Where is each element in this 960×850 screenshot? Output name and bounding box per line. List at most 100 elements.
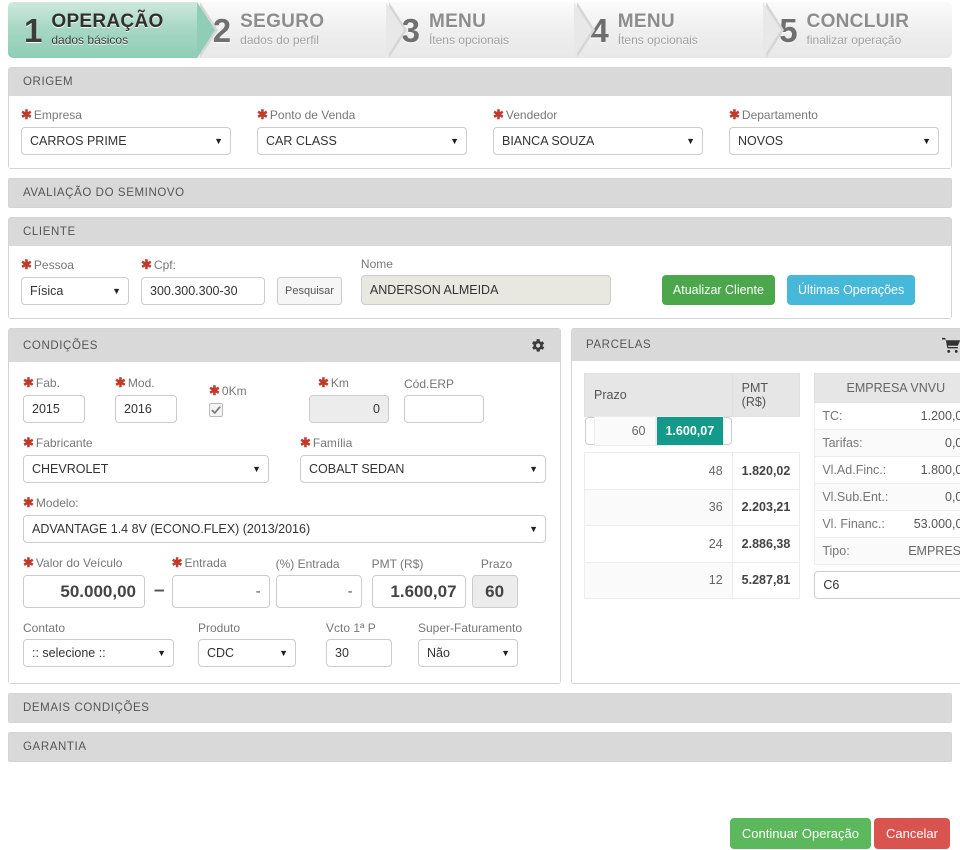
vendedor-select[interactable]: BIANCA SOUZA ▼	[493, 127, 703, 155]
summary-value: 1.800,00	[920, 463, 960, 477]
chevron-down-icon: ▼	[157, 648, 166, 658]
modelo-select[interactable]: ADVANTAGE 1.4 8V (ECONO.FLEX) (2013/2016…	[23, 515, 546, 543]
table-row[interactable]: 12 5.287,81	[584, 561, 801, 600]
summary-row-vl-sub-ent: Vl.Sub.Ent.: 0,00	[814, 484, 960, 511]
familia-label: ✱ Família	[300, 435, 353, 450]
vcto-label: Vcto 1ª P	[326, 621, 376, 635]
departamento-select[interactable]: NOVOS ▼	[729, 127, 939, 155]
wizard-step-1-arrow	[196, 2, 215, 58]
summary-row-tc: TC: 1.200,00	[814, 403, 960, 430]
mod-label: ✱ Mod.	[115, 375, 155, 390]
wizard-step-5[interactable]: 5 CONCLUIR finalizar operação	[763, 2, 952, 58]
cell-prazo: 60	[593, 416, 656, 446]
table-row[interactable]: 36 2.203,21	[584, 488, 801, 527]
cancelar-button[interactable]: Cancelar	[873, 818, 950, 849]
summary-row-tarifas: Tarifas: 0,00	[814, 430, 960, 457]
pct-entrada-label: (%) Entrada	[275, 557, 340, 571]
pesquisar-button[interactable]: Pesquisar	[277, 277, 342, 305]
condicoes-panel-header[interactable]: CONDIÇÕES	[9, 329, 560, 362]
table-row[interactable]: 60 1.600,07	[584, 416, 733, 446]
wizard-step-4[interactable]: 4 MENU Ítens opcionais	[574, 2, 785, 58]
ponto-de-venda-label: ✱ Ponto de Venda	[257, 107, 356, 122]
valor-veiculo-input[interactable]: 50.000,00	[23, 575, 145, 608]
vcto-value: 30	[335, 646, 349, 660]
wizard-step-2-arrow	[385, 2, 404, 58]
field-pmt: PMT (R$) 1.600,07	[371, 557, 472, 608]
ponto-de-venda-select[interactable]: CAR CLASS ▼	[257, 127, 467, 155]
zerokm-checkbox[interactable]	[209, 403, 223, 417]
summary-value: EMPRESA	[908, 544, 960, 558]
parcelas-panel-header[interactable]: PARCELAS 0	[572, 329, 960, 361]
contato-select[interactable]: :: selecione :: ▼	[23, 639, 174, 667]
super-faturamento-label: Super-Faturamento	[418, 621, 523, 635]
fab-value: 2015	[32, 402, 60, 416]
condicoes-parcelas-row: CONDIÇÕES ✱ Fab. 2015 ✱ Mod. 2016 ✱ 0Km …	[8, 328, 960, 684]
ultimas-operacoes-button[interactable]: Últimas Operações	[786, 275, 916, 305]
field-ponto-de-venda: ✱ Ponto de Venda CAR CLASS ▼	[257, 107, 467, 155]
gear-icon[interactable]	[529, 337, 546, 354]
field-produto: Produto CDC ▼	[198, 621, 326, 667]
table-row[interactable]: 24 2.886,38	[584, 525, 801, 563]
pessoa-label: ✱ Pessoa	[21, 257, 74, 272]
field-departamento: ✱ Departamento NOVOS ▼	[729, 107, 939, 155]
table-row[interactable]: 48 1.820,02	[584, 452, 801, 490]
summary-row-tipo: Tipo: EMPRESA	[814, 538, 960, 565]
cod-erp-input[interactable]	[404, 395, 484, 423]
atualizar-cliente-button[interactable]: Atualizar Cliente	[661, 275, 775, 305]
chevron-down-icon: ▼	[112, 286, 121, 296]
continuar-operacao-button[interactable]: Continuar Operação	[729, 818, 871, 849]
empresa-select[interactable]: CARROS PRIME ▼	[21, 127, 231, 155]
cod-erp-label: Cód.ERP	[404, 377, 455, 391]
wizard-step-4-arrow	[763, 2, 782, 58]
chevron-down-icon: ▼	[501, 648, 510, 658]
fabricante-label: ✱ Fabricante	[23, 435, 93, 450]
pmt-input[interactable]: 1.600,07	[371, 575, 466, 608]
fabricante-select[interactable]: CHEVROLET ▼	[23, 455, 269, 483]
required-marker: ✱	[141, 257, 152, 272]
required-marker: ✱	[23, 495, 34, 510]
vcto-input[interactable]: 30	[326, 639, 392, 667]
mod-value: 2016	[124, 402, 152, 416]
familia-value: COBALT SEDAN	[309, 462, 405, 476]
familia-select[interactable]: COBALT SEDAN ▼	[300, 455, 546, 483]
avaliacao-panel-header[interactable]: AVALIAÇÃO DO SEMINOVO	[8, 178, 952, 208]
demais-condicoes-header[interactable]: DEMAIS CONDIÇÕES	[8, 693, 952, 723]
pessoa-value: Física	[30, 284, 64, 298]
wizard-step-3-subtitle: Ítens opcionais	[428, 33, 510, 48]
table-header-row: Prazo PMT (R$)	[584, 373, 801, 417]
fab-input[interactable]: 2015	[23, 395, 85, 423]
required-marker: ✱	[729, 107, 740, 122]
fab-label: ✱ Fab.	[23, 375, 60, 390]
pct-entrada-input[interactable]: -	[275, 575, 362, 608]
field-empresa: ✱ Empresa CARROS PRIME ▼	[21, 107, 231, 155]
cell-pmt: 5.287,81	[731, 561, 801, 600]
wizard-step-5-subtitle: finalizar operação	[806, 33, 902, 48]
pessoa-select[interactable]: Física ▼	[21, 277, 129, 305]
entrada-input[interactable]: -	[171, 575, 270, 608]
km-input[interactable]: 0	[309, 395, 389, 423]
required-marker: ✱	[23, 555, 34, 570]
summary-key: Tarifas:	[822, 436, 863, 450]
wizard-step-1[interactable]: 1 OPERAÇÃO dados básicos	[8, 2, 218, 58]
vendedor-value: BIANCA SOUZA	[502, 134, 595, 148]
summary-value: 1.200,00	[920, 409, 960, 423]
produto-select[interactable]: CDC ▼	[198, 639, 296, 667]
pct-entrada-value: -	[347, 583, 353, 600]
garantia-header[interactable]: GARANTIA	[8, 732, 952, 762]
cpf-input[interactable]: 300.300.300-30	[141, 277, 265, 305]
wizard-step-2[interactable]: 2 SEGURO dados do perfil	[196, 2, 407, 58]
prazo-input[interactable]: 60	[471, 575, 518, 608]
wizard-step-1-number: 1	[24, 11, 43, 49]
field-super-faturamento: Super-Faturamento Não ▼	[418, 621, 528, 667]
banco-select[interactable]: C6 ▼	[814, 571, 960, 599]
mod-input[interactable]: 2016	[115, 395, 177, 423]
field-prazo: Prazo 60	[471, 557, 522, 608]
origem-panel-header[interactable]: ORIGEM	[9, 68, 951, 96]
cart-indicator[interactable]: 0	[941, 337, 960, 353]
pmt-label: PMT (R$)	[371, 557, 424, 571]
cell-pmt: 2.886,38	[731, 525, 801, 563]
wizard-step-3[interactable]: 3 MENU Ítens opcionais	[385, 2, 596, 58]
nome-input[interactable]: ANDERSON ALMEIDA	[360, 275, 611, 305]
cliente-panel-header[interactable]: CLIENTE	[9, 218, 951, 246]
super-faturamento-select[interactable]: Não ▼	[418, 639, 518, 667]
